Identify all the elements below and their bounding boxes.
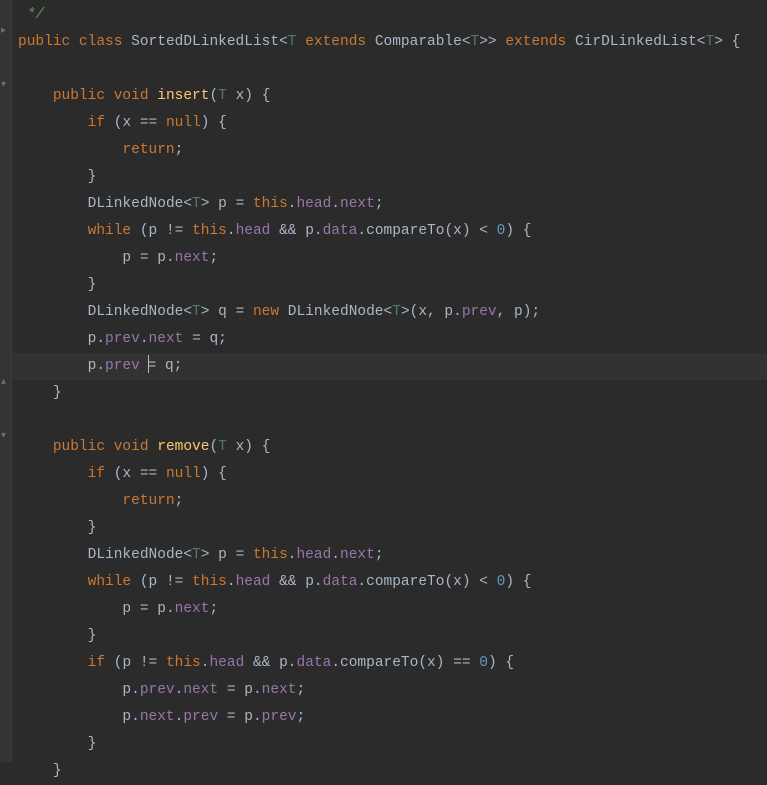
fold-marker-icon[interactable]: ▾ — [1, 81, 10, 90]
code-line[interactable]: return; — [12, 488, 767, 515]
code-line[interactable]: p.next.prev = p.prev; — [12, 704, 767, 731]
code-line[interactable]: } — [12, 731, 767, 758]
code-line[interactable]: } — [12, 623, 767, 650]
code-line[interactable]: public void remove(T x) { — [12, 434, 767, 461]
fold-marker-icon[interactable]: ▸ — [1, 27, 10, 36]
fold-end-icon[interactable]: ▴ — [1, 378, 10, 387]
code-line[interactable]: if (x == null) { — [12, 110, 767, 137]
comment-text: */ — [18, 7, 44, 23]
code-line[interactable]: public void insert(T x) { — [12, 83, 767, 110]
code-line[interactable]: p.prev.next = q; — [12, 326, 767, 353]
code-line[interactable]: } — [12, 272, 767, 299]
editor-gutter: ▸ ▾ ▴ ▾ — [0, 0, 12, 762]
fold-marker-icon[interactable]: ▾ — [1, 432, 10, 441]
code-line[interactable]: p = p.next; — [12, 596, 767, 623]
code-line[interactable]: */ — [12, 2, 767, 29]
code-line[interactable]: } — [12, 515, 767, 542]
text-cursor — [148, 355, 149, 373]
code-line[interactable]: p = p.next; — [12, 245, 767, 272]
code-line[interactable]: DLinkedNode<T> p = this.head.next; — [12, 542, 767, 569]
code-line[interactable]: if (p != this.head && p.data.compareTo(x… — [12, 650, 767, 677]
code-line[interactable]: while (p != this.head && p.data.compareT… — [12, 569, 767, 596]
code-line[interactable]: } — [12, 380, 767, 407]
code-line[interactable]: while (p != this.head && p.data.compareT… — [12, 218, 767, 245]
code-line-blank[interactable] — [12, 56, 767, 83]
code-line[interactable]: public class SortedDLinkedList<T extends… — [12, 29, 767, 56]
code-line-blank[interactable] — [12, 407, 767, 434]
code-line[interactable]: } — [12, 164, 767, 191]
code-line[interactable]: p.prev.next = p.next; — [12, 677, 767, 704]
code-line-active[interactable]: p.prev = q; — [12, 353, 767, 380]
code-editor[interactable]: */ public class SortedDLinkedList<T exte… — [12, 0, 767, 785]
code-line[interactable]: if (x == null) { — [12, 461, 767, 488]
code-line[interactable]: return; — [12, 137, 767, 164]
code-line[interactable]: DLinkedNode<T> p = this.head.next; — [12, 191, 767, 218]
code-line[interactable]: } — [12, 758, 767, 785]
code-line[interactable]: DLinkedNode<T> q = new DLinkedNode<T>(x,… — [12, 299, 767, 326]
